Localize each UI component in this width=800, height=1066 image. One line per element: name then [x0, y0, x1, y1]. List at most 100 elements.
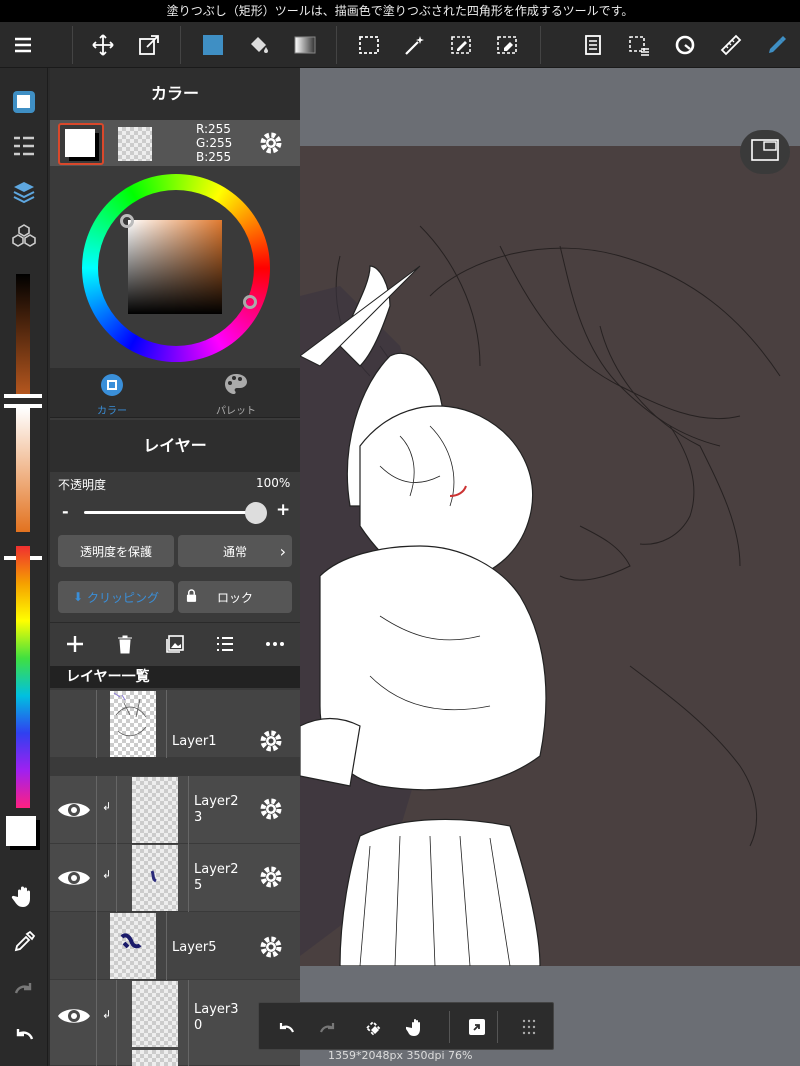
navigator-toggle-icon[interactable]	[740, 130, 790, 174]
layer-list-icon[interactable]	[214, 633, 236, 655]
color-swatch-toggle-icon[interactable]	[8, 86, 40, 118]
chevron-right-icon: ›	[279, 541, 286, 561]
layers-icon[interactable]	[8, 176, 40, 208]
layer-panel-title: レイヤー	[50, 420, 300, 472]
layer-name: Layer2 3	[194, 794, 239, 825]
saturation-slider-track[interactable]	[16, 408, 30, 532]
eyedropper-icon[interactable]	[8, 926, 40, 958]
select-rect-icon[interactable]	[354, 30, 384, 60]
blend-mode-label: 通常	[222, 544, 247, 559]
undo-icon[interactable]	[8, 1018, 40, 1050]
materials-icon[interactable]	[8, 220, 40, 252]
palette-icon	[225, 374, 247, 394]
layer-row-1[interactable]: Layer1	[50, 690, 300, 758]
clipping-arrow-icon: ⬇	[72, 590, 84, 604]
clear-layer-icon[interactable]	[359, 1013, 387, 1041]
color-tabs: カラー パレット	[50, 368, 300, 418]
tab-color[interactable]: カラー	[80, 372, 144, 418]
clipping-indicator-icon: ↲	[102, 800, 112, 813]
ruler-icon[interactable]	[716, 30, 746, 60]
rotate-icon[interactable]	[670, 30, 700, 60]
protect-alpha-button[interactable]: 透明度を保護	[58, 535, 174, 567]
hand-icon[interactable]	[403, 1013, 431, 1041]
canvas-status: 1359*2048px 350dpi 76%	[300, 1048, 800, 1066]
secondary-color-swatch[interactable]	[118, 127, 152, 161]
bottom-quick-bar	[258, 1002, 554, 1050]
layer-settings-gear-icon[interactable]	[258, 796, 284, 822]
add-layer-icon[interactable]	[64, 633, 86, 655]
opacity-slider-handle[interactable]	[245, 502, 267, 524]
visibility-eye-icon[interactable]	[56, 866, 92, 890]
layer-name: Layer2 5	[194, 862, 239, 893]
tool-hint-text: 塗りつぶし（矩形）ツールは、描画色で塗りつぶされた四角形を作成するツールです。	[0, 0, 800, 22]
color-settings-gear-icon[interactable]	[258, 130, 284, 156]
bucket-icon[interactable]	[244, 30, 274, 60]
rgb-b-value: B:255	[196, 150, 232, 164]
saturation-value-square[interactable]	[128, 220, 222, 314]
lock-label: ロック	[216, 590, 253, 605]
more-options-icon[interactable]	[264, 633, 286, 655]
fill-rect-tool-icon[interactable]	[198, 30, 228, 60]
selection-menu-icon[interactable]	[624, 30, 654, 60]
tab-palette[interactable]: パレット	[204, 372, 268, 418]
opacity-slider-track[interactable]	[84, 511, 256, 514]
clipping-button[interactable]: ⬇ クリッピング	[58, 581, 174, 613]
sv-picker-handle[interactable]	[120, 214, 134, 228]
top-toolbar	[0, 22, 800, 68]
layer-row-2[interactable]: ↲ Layer2 3	[50, 776, 300, 844]
layer-thumbnail	[132, 1050, 178, 1066]
material-icon[interactable]	[762, 30, 792, 60]
opacity-value: 100%	[256, 476, 291, 490]
undo-icon[interactable]	[271, 1013, 299, 1041]
hue-picker-handle[interactable]	[243, 295, 257, 309]
select-eraser-icon[interactable]	[492, 30, 522, 60]
hand-icon[interactable]	[8, 880, 40, 912]
menu-icon[interactable]	[8, 30, 38, 60]
color-swatch-row: R:255 G:255 B:255	[50, 120, 300, 166]
clipping-indicator-icon: ↲	[102, 1008, 112, 1021]
layer-thumbnail	[132, 845, 178, 911]
share-icon[interactable]	[463, 1013, 491, 1041]
layer-menu-icon[interactable]	[578, 30, 608, 60]
rgb-r-value: R:255	[196, 122, 231, 136]
transform-icon[interactable]	[134, 30, 164, 60]
brightness-slider-handle[interactable]	[4, 394, 42, 408]
layer-name: Layer3 0	[194, 1002, 239, 1033]
delete-layer-icon[interactable]	[114, 633, 136, 655]
redo-icon[interactable]	[315, 1013, 343, 1041]
color-panel-title: カラー	[50, 68, 300, 120]
blend-mode-button[interactable]: 通常 ›	[178, 535, 292, 567]
lock-button[interactable]: ロック	[178, 581, 292, 613]
left-sidebar	[0, 68, 48, 1066]
layer-action-bar	[50, 622, 300, 666]
layer-row-3[interactable]: ↲ Layer2 5	[50, 844, 300, 912]
brush-list-icon[interactable]	[8, 130, 40, 162]
line-art-illustration	[300, 225, 781, 967]
layer-name: Layer1	[172, 734, 217, 749]
layer-thumbnail	[110, 913, 156, 979]
opacity-plus-button[interactable]: +	[276, 500, 290, 520]
layer-settings-gear-icon[interactable]	[258, 934, 284, 960]
layer-settings-gear-icon[interactable]	[258, 864, 284, 890]
layer-settings-gear-icon[interactable]	[258, 728, 284, 754]
hue-slider-track[interactable]	[16, 546, 30, 808]
layer-row-4[interactable]: Layer5	[50, 912, 300, 980]
brightness-slider-track[interactable]	[16, 274, 30, 394]
opacity-minus-button[interactable]: -	[62, 502, 69, 521]
layer-thumbnail	[110, 691, 156, 757]
move-icon[interactable]	[88, 30, 118, 60]
primary-color-swatch[interactable]	[58, 123, 104, 165]
gradient-icon[interactable]	[290, 30, 320, 60]
layer-image-icon[interactable]	[164, 633, 186, 655]
visibility-eye-icon[interactable]	[56, 1004, 92, 1028]
redo-icon[interactable]	[8, 972, 40, 1004]
select-pen-icon[interactable]	[446, 30, 476, 60]
visibility-eye-icon[interactable]	[56, 798, 92, 822]
canvas-area[interactable]	[300, 68, 800, 1066]
magic-wand-icon[interactable]	[400, 30, 430, 60]
grid-dots-icon[interactable]	[515, 1013, 543, 1041]
foreground-color-swatch[interactable]	[6, 816, 36, 846]
layer-thumbnail	[132, 777, 178, 843]
artboard[interactable]	[300, 146, 800, 967]
tab-color-label: カラー	[97, 406, 127, 417]
